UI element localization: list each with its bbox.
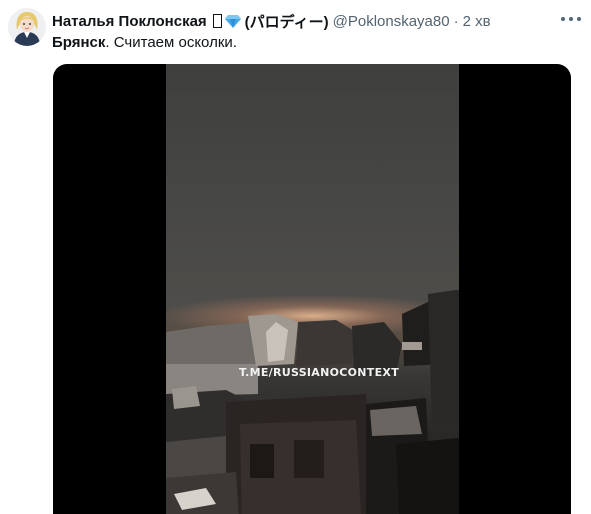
author-name[interactable]: Наталья Поклонская [52, 13, 207, 30]
tweet-text: Брянск. Считаем осколки. [52, 34, 237, 52]
night-town-scene [166, 290, 459, 514]
blue-diamond-icon [224, 15, 241, 28]
author-handle[interactable]: @Poklonskaya80 [333, 13, 450, 30]
tweet-header: Наталья Поклонская (パロディー) @Poklonskaya8… [52, 10, 561, 32]
author-name-suffix[interactable]: (パロディー) [245, 11, 329, 32]
video-watermark: T.ME/RUSSIANOCONTEXT [238, 366, 400, 379]
video-frame: T.ME/RUSSIANOCONTEXT [166, 64, 459, 514]
missing-glyph-box-icon [212, 14, 222, 28]
avatar-portrait-icon [8, 8, 46, 46]
more-options-icon[interactable] [561, 12, 581, 26]
tweet-timestamp[interactable]: 2 хв [463, 13, 491, 30]
avatar[interactable] [8, 8, 46, 46]
separator-dot: · [453, 12, 459, 30]
video-player[interactable]: T.ME/RUSSIANOCONTEXT [53, 64, 571, 514]
tweet-card[interactable]: Наталья Поклонская (パロディー) @Poklonskaya8… [0, 0, 591, 514]
tweet-text-hashtag-word: Брянск [52, 34, 106, 51]
tweet-text-rest: . Считаем осколки. [105, 34, 237, 51]
